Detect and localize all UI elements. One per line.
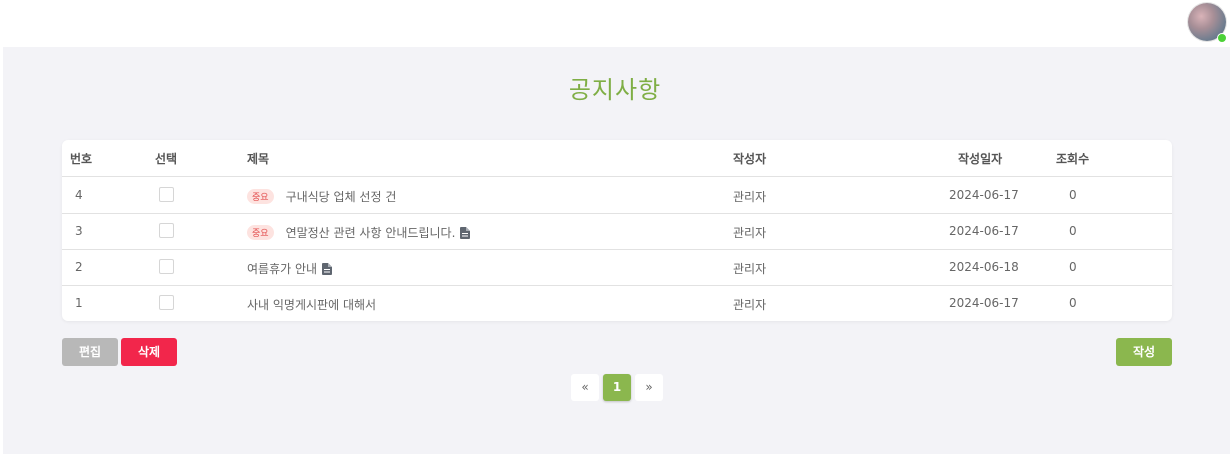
table-row[interactable]: 2 여름휴가 안내 관리자 2024-06-18 0 <box>62 249 1172 286</box>
document-icon <box>460 227 471 242</box>
row-checkbox[interactable] <box>159 295 174 310</box>
top-bar <box>0 0 1230 47</box>
row-subject[interactable]: 여름휴가 안내 <box>247 260 333 278</box>
table-row[interactable]: 3 중요 연말정산 관련 사항 안내드립니다. 관리자 2024-06-17 0 <box>62 213 1172 250</box>
row-date: 2024-06-17 <box>949 224 1019 238</box>
row-date: 2024-06-17 <box>949 188 1019 202</box>
row-author: 관리자 <box>733 190 767 204</box>
header-date: 작성일자 <box>958 152 1003 166</box>
pagination-next-button[interactable]: » <box>635 374 663 401</box>
row-views: 0 <box>1069 188 1077 202</box>
row-subject-text[interactable]: 사내 익명게시판에 대해서 <box>247 298 376 312</box>
header-subject: 제목 <box>247 152 270 166</box>
row-views: 0 <box>1069 224 1077 238</box>
header-views: 조회수 <box>1056 152 1090 166</box>
row-subject-text[interactable]: 연말정산 관련 사항 안내드립니다. <box>286 226 456 240</box>
row-subject[interactable]: 중요 연말정산 관련 사항 안내드립니다. <box>247 224 471 242</box>
online-status-indicator <box>1217 33 1227 43</box>
row-number: 2 <box>75 260 83 274</box>
left-edge <box>0 0 3 454</box>
pagination-page-1[interactable]: 1 <box>603 374 631 401</box>
row-subject-text[interactable]: 구내식당 업체 선정 건 <box>286 190 397 204</box>
row-author: 관리자 <box>733 262 767 276</box>
row-number: 1 <box>75 296 83 310</box>
delete-button[interactable]: 삭제 <box>121 338 177 366</box>
document-icon <box>322 263 333 278</box>
notice-table: 번호 선택 제목 작성자 작성일자 조회수 4 중요 구내식당 업체 선정 건 관… <box>62 140 1172 321</box>
header-number: 번호 <box>70 152 93 166</box>
page-title: 공지사항 <box>568 76 662 104</box>
row-date: 2024-06-18 <box>949 260 1019 274</box>
row-views: 0 <box>1069 260 1077 274</box>
row-checkbox[interactable] <box>159 259 174 274</box>
row-author: 관리자 <box>733 298 767 312</box>
row-date: 2024-06-17 <box>949 296 1019 310</box>
row-author: 관리자 <box>733 226 767 240</box>
row-views: 0 <box>1069 296 1077 310</box>
header-author: 작성자 <box>733 152 767 166</box>
row-subject[interactable]: 사내 익명게시판에 대해서 <box>247 296 376 313</box>
important-badge: 중요 <box>247 189 274 204</box>
edit-button[interactable]: 편집 <box>62 338 118 366</box>
table-row[interactable]: 1 사내 익명게시판에 대해서 관리자 2024-06-17 0 <box>62 285 1172 321</box>
important-badge: 중요 <box>247 225 274 240</box>
row-checkbox[interactable] <box>159 187 174 202</box>
pagination-prev-button[interactable]: « <box>571 374 599 401</box>
row-subject[interactable]: 중요 구내식당 업체 선정 건 <box>247 188 396 205</box>
row-subject-text[interactable]: 여름휴가 안내 <box>247 262 317 276</box>
table-row[interactable]: 4 중요 구내식당 업체 선정 건 관리자 2024-06-17 0 <box>62 177 1172 214</box>
table-header: 번호 선택 제목 작성자 작성일자 조회수 <box>62 140 1172 177</box>
header-select: 선택 <box>155 152 178 166</box>
row-number: 4 <box>75 188 83 202</box>
row-checkbox[interactable] <box>159 223 174 238</box>
row-number: 3 <box>75 224 83 238</box>
write-button[interactable]: 작성 <box>1116 338 1172 366</box>
